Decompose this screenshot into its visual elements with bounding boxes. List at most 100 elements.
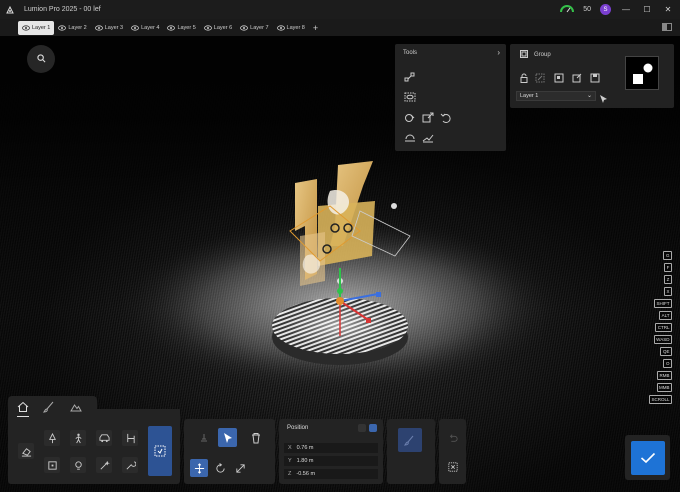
layer-tab-8[interactable]: Layer 8 (273, 21, 309, 35)
add-layer-button[interactable]: + (313, 23, 318, 33)
paint-icon[interactable] (404, 111, 416, 123)
transform-tools-dock (184, 419, 275, 484)
material-brush-icon[interactable] (398, 428, 422, 452)
position-z-value: -0.56 m (296, 471, 316, 477)
utilities-icon[interactable] (122, 457, 138, 473)
effects-icon[interactable] (96, 457, 112, 473)
layer-tab-4[interactable]: Layer 4 (127, 21, 163, 35)
group-preview-thumbnail (625, 56, 659, 90)
title-bar: Lumion Pro 2025 - 00 lef 50 S — ☐ ✕ (0, 0, 680, 19)
eye-icon[interactable] (58, 24, 67, 31)
eye-icon[interactable] (22, 24, 30, 31)
fps-gauge-icon (560, 4, 575, 15)
lumion-logo-icon (4, 4, 16, 16)
tools-expand-chevron-icon[interactable]: › (497, 48, 500, 57)
history-dock (439, 419, 466, 484)
category-tabs (8, 396, 97, 418)
ground-snap-icon[interactable] (404, 131, 416, 143)
shortcut-key: O (663, 359, 672, 368)
search-icon (36, 50, 46, 68)
layer-tab-label: Layer 7 (250, 24, 269, 31)
ungroup-icon[interactable] (572, 70, 582, 83)
confirm-button[interactable] (631, 441, 665, 475)
group-icon (520, 50, 528, 60)
group-title: Group (534, 52, 551, 58)
nature-icon[interactable] (44, 430, 60, 446)
layer-select[interactable]: Layer 1 ⌄ (516, 91, 596, 101)
undo-history-icon[interactable] (443, 428, 462, 447)
move-icon[interactable] (404, 70, 416, 82)
position-z-label: Z (288, 471, 292, 477)
vehicle-icon[interactable] (96, 430, 112, 446)
layer-tab-label: Layer 8 (286, 24, 305, 31)
pick-cursor-icon[interactable] (599, 91, 608, 109)
search-button[interactable] (27, 45, 55, 73)
shortcut-key: SHIFT (654, 299, 672, 308)
landscape-icon[interactable] (69, 400, 83, 414)
select-cursor-icon[interactable] (218, 428, 237, 447)
position-y-field[interactable]: Y 1.80 m (284, 456, 378, 466)
layer-tab-label: Layer 4 (141, 24, 160, 31)
undo-icon[interactable] (440, 111, 452, 123)
terrain-icon[interactable] (422, 131, 434, 143)
layer-tab-2[interactable]: Layer 2 (54, 21, 90, 35)
select-area-icon (154, 445, 166, 457)
tools-title: Tools (403, 50, 418, 56)
layer-tab-3[interactable]: Layer 3 (91, 21, 127, 35)
global-axis-icon[interactable] (369, 424, 377, 432)
scale-tool-icon[interactable] (231, 459, 249, 477)
layer-tab-1[interactable]: Layer 1 (18, 20, 55, 35)
eye-icon[interactable] (167, 24, 176, 31)
lock-icon[interactable] (519, 70, 529, 83)
chevron-down-icon: ⌄ (586, 93, 592, 99)
layer-tab-7[interactable]: Layer 7 (236, 21, 272, 35)
layer-view-toggle-icon[interactable] (662, 23, 672, 31)
group-objects-icon[interactable] (554, 70, 564, 83)
eye-icon[interactable] (276, 24, 285, 31)
exterior-icon[interactable] (44, 457, 60, 473)
delete-icon[interactable] (246, 428, 265, 447)
minimize-button[interactable]: — (620, 0, 632, 19)
maximize-button[interactable]: ☐ (641, 0, 653, 19)
interior-icon[interactable] (122, 430, 138, 446)
mass-placement-button[interactable] (148, 426, 172, 476)
position-panel: Position X 0.76 m Y 1.80 m Z -0.56 m (279, 419, 383, 484)
paint-tool-dock (387, 419, 435, 484)
group-panel: Group Layer 1 ⌄ (510, 44, 674, 108)
layer-tab-label: Layer 5 (177, 24, 196, 31)
focus-icon[interactable] (535, 70, 545, 83)
eye-icon[interactable] (240, 24, 249, 31)
move-tool-icon[interactable] (190, 459, 208, 477)
gear-icon[interactable] (358, 424, 366, 432)
layer-tab-6[interactable]: Layer 6 (200, 21, 236, 35)
place-icon[interactable] (194, 428, 213, 447)
eraser-icon[interactable] (18, 443, 34, 459)
layer-tab-label: Layer 1 (32, 24, 51, 31)
position-y-label: Y (288, 458, 292, 464)
object-library-dock (8, 417, 180, 484)
eye-icon[interactable] (94, 24, 103, 31)
user-avatar[interactable]: S (600, 4, 611, 15)
close-button[interactable]: ✕ (662, 0, 674, 19)
position-x-label: X (288, 445, 292, 451)
eye-icon[interactable] (131, 24, 139, 31)
save-icon[interactable] (590, 70, 600, 83)
export-icon[interactable] (422, 111, 434, 123)
layer-tab-label: Layer 6 (213, 24, 233, 31)
layer-tab-5[interactable]: Layer 5 (163, 21, 199, 35)
select-visible-icon[interactable] (404, 90, 416, 102)
lumion-window: Lumion Pro 2025 - 00 lef 50 S — ☐ ✕ Laye… (0, 0, 680, 492)
position-x-field[interactable]: X 0.76 m (284, 443, 378, 453)
shortcut-key: WASD (653, 335, 672, 344)
home-icon[interactable] (16, 400, 30, 417)
eye-icon[interactable] (203, 24, 212, 31)
people-icon[interactable] (70, 430, 86, 446)
rotate-tool-icon[interactable] (211, 459, 229, 477)
shortcut-keys: G F Z X SHIFT ALT CTRL WASD QE O RMB MMB SCROLL (648, 251, 672, 404)
brush-icon[interactable] (42, 400, 56, 414)
deselect-icon[interactable] (443, 457, 462, 476)
shortcut-key: RMB (657, 371, 672, 380)
shortcut-key: ALT (659, 311, 672, 320)
light-icon[interactable] (70, 457, 86, 473)
position-z-field[interactable]: Z -0.56 m (284, 469, 378, 479)
